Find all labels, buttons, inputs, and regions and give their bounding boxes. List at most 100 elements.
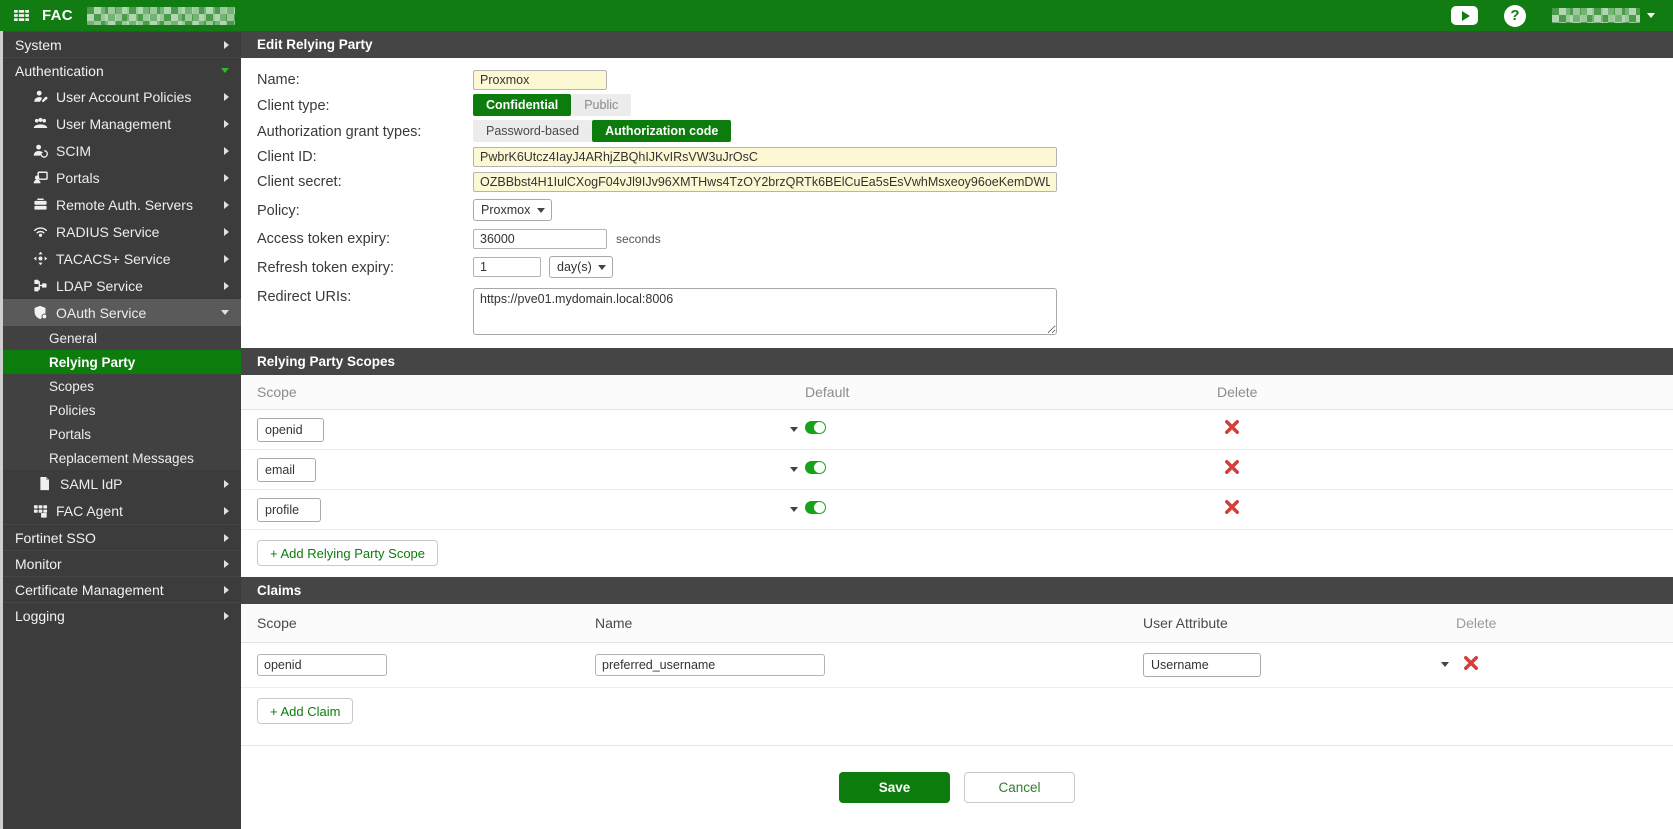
scopes-section-title: Relying Party Scopes xyxy=(241,348,1673,375)
client-type-confidential-button[interactable]: Confidential xyxy=(473,94,571,116)
grid-agent-icon xyxy=(32,503,49,519)
scope-select[interactable]: email xyxy=(257,458,316,482)
redacted-hostname xyxy=(87,7,235,25)
sidebar-item-oauth-replacement-messages[interactable]: Replacement Messages xyxy=(3,446,241,470)
main-content: Edit Relying Party Name: Client type: Co… xyxy=(241,31,1673,829)
redirect-uris-textarea[interactable]: https://pve01.mydomain.local:8006 xyxy=(473,288,1057,335)
page-title: Edit Relying Party xyxy=(241,31,1673,58)
claim-name-input[interactable] xyxy=(595,654,825,676)
chevron-right-icon xyxy=(224,228,229,236)
name-label: Name: xyxy=(257,71,473,88)
client-id-input[interactable] xyxy=(473,147,1057,167)
sidebar-item-oauth-relying-party[interactable]: Relying Party xyxy=(3,350,241,374)
sidebar-item-oauth-scopes[interactable]: Scopes xyxy=(3,374,241,398)
sidebar-item-monitor[interactable]: Monitor xyxy=(3,550,241,576)
sidebar-item-user-management[interactable]: User Management xyxy=(3,110,241,137)
topbar-actions: ? xyxy=(1451,5,1663,27)
servers-icon xyxy=(32,197,49,213)
scopes-col-default: Default xyxy=(805,384,1217,400)
chevron-right-icon xyxy=(224,93,229,101)
client-secret-label: Client secret: xyxy=(257,173,473,190)
save-button[interactable]: Save xyxy=(839,772,950,803)
name-input[interactable] xyxy=(473,70,607,90)
sidebar-item-oauth-service[interactable]: OAuth Service xyxy=(3,299,241,326)
sidebar-item-oauth-portals[interactable]: Portals xyxy=(3,422,241,446)
chevron-right-icon xyxy=(224,612,229,620)
user-menu[interactable] xyxy=(1552,8,1655,23)
scope-select[interactable]: profile xyxy=(257,498,321,522)
grant-authcode-button[interactable]: Authorization code xyxy=(592,120,731,142)
scope-select[interactable]: openid xyxy=(257,418,324,442)
chevron-right-icon xyxy=(224,174,229,182)
add-claim-button[interactable]: + Add Claim xyxy=(257,698,353,724)
client-type-label: Client type: xyxy=(257,97,473,114)
sidebar-item-user-account-policies[interactable]: User Account Policies xyxy=(3,83,241,110)
chevron-right-icon xyxy=(224,282,229,290)
default-toggle[interactable] xyxy=(805,461,826,474)
default-toggle[interactable] xyxy=(805,501,826,514)
grant-password-button[interactable]: Password-based xyxy=(473,120,592,142)
sidebar-item-remote-auth-servers[interactable]: Remote Auth. Servers xyxy=(3,191,241,218)
relying-party-form: Name: Client type: Confidential Public A… xyxy=(241,58,1673,348)
wifi-icon xyxy=(32,224,49,240)
client-type-segmented: Confidential Public xyxy=(473,94,631,116)
claims-col-name: Name xyxy=(595,615,1143,631)
access-token-expiry-input[interactable] xyxy=(473,229,607,249)
scopes-table-header: Scope Default Delete xyxy=(241,375,1673,410)
add-relying-party-scope-button[interactable]: + Add Relying Party Scope xyxy=(257,540,438,566)
claim-scope-input[interactable] xyxy=(257,654,387,676)
delete-icon[interactable] xyxy=(1225,460,1239,474)
crossroads-icon xyxy=(32,251,49,267)
scope-select-wrap: email xyxy=(257,458,805,482)
scope-row: email xyxy=(241,450,1673,490)
chevron-right-icon xyxy=(224,147,229,155)
delete-icon[interactable] xyxy=(1225,500,1239,514)
redacted-username xyxy=(1552,8,1640,23)
users-icon xyxy=(32,116,49,132)
sidebar-item-saml-idp[interactable]: SAML IdP xyxy=(3,470,241,497)
shield-icon xyxy=(32,305,49,321)
redirect-uris-label: Redirect URIs: xyxy=(257,288,473,305)
tree-icon xyxy=(32,278,49,294)
delete-icon[interactable] xyxy=(1464,656,1478,670)
document-icon xyxy=(36,476,53,492)
cancel-button[interactable]: Cancel xyxy=(964,772,1075,803)
sidebar-item-system[interactable]: System xyxy=(3,31,241,57)
brand-logo: FAC xyxy=(8,6,235,26)
scopes-col-scope: Scope xyxy=(257,384,805,400)
policy-label: Policy: xyxy=(257,202,473,219)
sidebar-item-certificate-management[interactable]: Certificate Management xyxy=(3,576,241,602)
grant-types-label: Authorization grant types: xyxy=(257,123,473,140)
refresh-token-expiry-input[interactable] xyxy=(473,257,541,277)
sidebar-item-logging[interactable]: Logging xyxy=(3,602,241,628)
play-triangle-icon xyxy=(1462,11,1470,21)
sidebar-item-radius-service[interactable]: RADIUS Service xyxy=(3,218,241,245)
sidebar-item-scim[interactable]: SCIM xyxy=(3,137,241,164)
client-secret-input[interactable] xyxy=(473,172,1057,192)
sidebar-item-ldap-service[interactable]: LDAP Service xyxy=(3,272,241,299)
sidebar-item-fortinet-sso[interactable]: Fortinet SSO xyxy=(3,524,241,550)
claims-col-delete: Delete xyxy=(1456,615,1657,631)
claims-section-title: Claims xyxy=(241,577,1673,604)
help-icon[interactable]: ? xyxy=(1504,5,1526,27)
sidebar-item-oauth-policies[interactable]: Policies xyxy=(3,398,241,422)
user-attribute-select[interactable]: Username xyxy=(1143,653,1261,677)
sidebar-nav: System Authentication User Account Polic… xyxy=(0,31,241,829)
chevron-right-icon xyxy=(224,534,229,542)
user-wrench-icon xyxy=(32,89,49,105)
policy-select[interactable]: Proxmox xyxy=(473,199,552,221)
sidebar-item-tacacs-service[interactable]: TACACS+ Service xyxy=(3,245,241,272)
client-type-public-button[interactable]: Public xyxy=(571,94,631,116)
sidebar-item-portals[interactable]: Portals xyxy=(3,164,241,191)
youtube-icon[interactable] xyxy=(1451,6,1478,25)
sidebar-item-authentication[interactable]: Authentication xyxy=(3,57,241,83)
user-portal-icon xyxy=(32,170,49,186)
access-token-unit: seconds xyxy=(616,232,661,246)
sidebar-item-fac-agent[interactable]: FAC Agent xyxy=(3,497,241,524)
sidebar-item-oauth-general[interactable]: General xyxy=(3,326,241,350)
claims-table-header: Scope Name User Attribute Delete xyxy=(241,604,1673,643)
refresh-unit-select[interactable]: day(s) xyxy=(549,256,613,278)
default-toggle[interactable] xyxy=(805,421,826,434)
user-sync-icon xyxy=(32,143,49,159)
delete-icon[interactable] xyxy=(1225,420,1239,434)
